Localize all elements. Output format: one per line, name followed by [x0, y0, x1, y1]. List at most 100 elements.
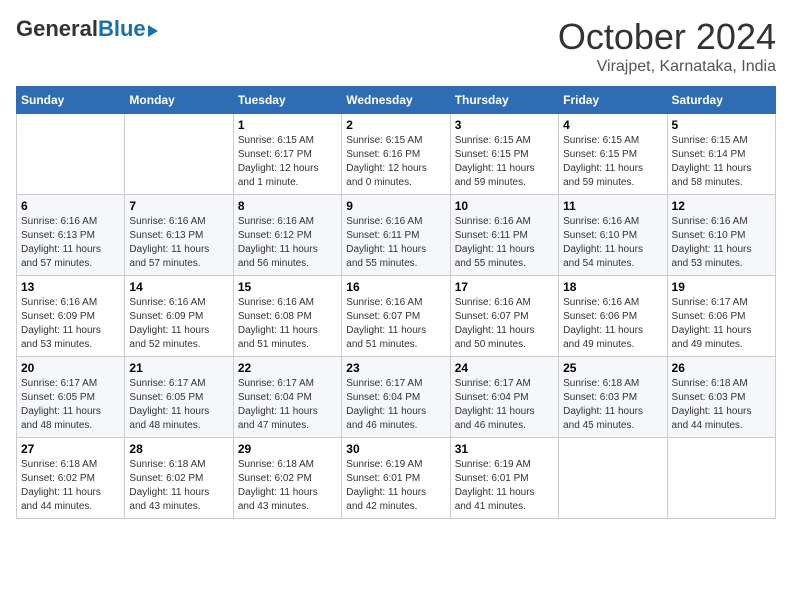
- day-info: Sunrise: 6:19 AM Sunset: 6:01 PM Dayligh…: [346, 458, 445, 514]
- day-number: 28: [129, 442, 228, 456]
- calendar-cell: 19 Sunrise: 6:17 AM Sunset: 6:06 PM Dayli…: [667, 276, 775, 357]
- calendar-cell: 5 Sunrise: 6:15 AM Sunset: 6:14 PM Daylig…: [667, 114, 775, 195]
- weekday-header: Monday: [125, 87, 233, 114]
- logo: General Blue: [16, 16, 158, 42]
- day-info: Sunrise: 6:15 AM Sunset: 6:17 PM Dayligh…: [238, 134, 337, 190]
- weekday-header: Saturday: [667, 87, 775, 114]
- day-number: 15: [238, 280, 337, 294]
- day-number: 9: [346, 199, 445, 213]
- calendar-cell: 26Sunrise: 6:18 AM Sunset: 6:03 PM Dayli…: [667, 357, 775, 438]
- day-info: Sunrise: 6:15 AM Sunset: 6:16 PM Dayligh…: [346, 134, 445, 190]
- calendar-cell: 4 Sunrise: 6:15 AM Sunset: 6:15 PM Daylig…: [559, 114, 667, 195]
- day-number: 19: [672, 280, 771, 294]
- day-info: Sunrise: 6:17 AM Sunset: 6:04 PM Dayligh…: [455, 377, 554, 433]
- day-number: 24: [455, 361, 554, 375]
- day-number: 5: [672, 118, 771, 132]
- day-info: Sunrise: 6:19 AM Sunset: 6:01 PM Dayligh…: [455, 458, 554, 514]
- calendar-cell: 10 Sunrise: 6:16 AM Sunset: 6:11 PM Dayli…: [450, 195, 558, 276]
- day-number: 12: [672, 199, 771, 213]
- calendar-body: 1 Sunrise: 6:15 AM Sunset: 6:17 PM Daylig…: [17, 114, 776, 519]
- day-info: Sunrise: 6:18 AM Sunset: 6:02 PM Dayligh…: [238, 458, 337, 514]
- calendar-cell: 15Sunrise: 6:16 AM Sunset: 6:08 PM Dayli…: [233, 276, 341, 357]
- calendar-cell: 21 Sunrise: 6:17 AM Sunset: 6:05 PM Dayli…: [125, 357, 233, 438]
- day-info: Sunrise: 6:16 AM Sunset: 6:06 PM Dayligh…: [563, 296, 662, 352]
- day-info: Sunrise: 6:16 AM Sunset: 6:10 PM Dayligh…: [672, 215, 771, 271]
- calendar-week-row: 27Sunrise: 6:18 AM Sunset: 6:02 PM Dayli…: [17, 438, 776, 519]
- page-header: General Blue October 2024 Virajpet, Karn…: [16, 16, 776, 76]
- calendar-cell: [667, 438, 775, 519]
- day-info: Sunrise: 6:17 AM Sunset: 6:05 PM Dayligh…: [129, 377, 228, 433]
- day-number: 30: [346, 442, 445, 456]
- day-info: Sunrise: 6:15 AM Sunset: 6:14 PM Dayligh…: [672, 134, 771, 190]
- calendar-cell: 30 Sunrise: 6:19 AM Sunset: 6:01 PM Dayli…: [342, 438, 450, 519]
- day-number: 6: [21, 199, 120, 213]
- day-info: Sunrise: 6:16 AM Sunset: 6:07 PM Dayligh…: [346, 296, 445, 352]
- calendar-cell: 1 Sunrise: 6:15 AM Sunset: 6:17 PM Daylig…: [233, 114, 341, 195]
- day-number: 23: [346, 361, 445, 375]
- calendar-cell: [125, 114, 233, 195]
- day-number: 2: [346, 118, 445, 132]
- calendar-week-row: 1 Sunrise: 6:15 AM Sunset: 6:17 PM Daylig…: [17, 114, 776, 195]
- calendar-cell: 18 Sunrise: 6:16 AM Sunset: 6:06 PM Dayli…: [559, 276, 667, 357]
- calendar-cell: 31Sunrise: 6:19 AM Sunset: 6:01 PM Dayli…: [450, 438, 558, 519]
- day-number: 21: [129, 361, 228, 375]
- calendar-cell: 25 Sunrise: 6:18 AM Sunset: 6:03 PM Dayli…: [559, 357, 667, 438]
- calendar-cell: 22 Sunrise: 6:17 AM Sunset: 6:04 PM Dayli…: [233, 357, 341, 438]
- calendar-cell: [559, 438, 667, 519]
- day-number: 18: [563, 280, 662, 294]
- calendar-cell: 28 Sunrise: 6:18 AM Sunset: 6:02 PM Dayli…: [125, 438, 233, 519]
- calendar-cell: 23 Sunrise: 6:17 AM Sunset: 6:04 PM Dayli…: [342, 357, 450, 438]
- calendar-cell: 16 Sunrise: 6:16 AM Sunset: 6:07 PM Dayli…: [342, 276, 450, 357]
- calendar-cell: 20Sunrise: 6:17 AM Sunset: 6:05 PM Dayli…: [17, 357, 125, 438]
- calendar-cell: 12 Sunrise: 6:16 AM Sunset: 6:10 PM Dayli…: [667, 195, 775, 276]
- day-info: Sunrise: 6:16 AM Sunset: 6:07 PM Dayligh…: [455, 296, 554, 352]
- calendar-week-row: 20Sunrise: 6:17 AM Sunset: 6:05 PM Dayli…: [17, 357, 776, 438]
- calendar-header: SundayMondayTuesdayWednesdayThursdayFrid…: [17, 87, 776, 114]
- calendar-cell: 29 Sunrise: 6:18 AM Sunset: 6:02 PM Dayli…: [233, 438, 341, 519]
- day-number: 13: [21, 280, 120, 294]
- calendar-cell: 8 Sunrise: 6:16 AM Sunset: 6:12 PM Daylig…: [233, 195, 341, 276]
- day-info: Sunrise: 6:15 AM Sunset: 6:15 PM Dayligh…: [455, 134, 554, 190]
- day-info: Sunrise: 6:18 AM Sunset: 6:02 PM Dayligh…: [129, 458, 228, 514]
- location: Virajpet, Karnataka, India: [558, 58, 776, 76]
- calendar-cell: 17 Sunrise: 6:16 AM Sunset: 6:07 PM Dayli…: [450, 276, 558, 357]
- day-number: 1: [238, 118, 337, 132]
- day-number: 4: [563, 118, 662, 132]
- calendar-cell: 9 Sunrise: 6:16 AM Sunset: 6:11 PM Daylig…: [342, 195, 450, 276]
- logo-general: General: [16, 16, 98, 42]
- day-info: Sunrise: 6:17 AM Sunset: 6:06 PM Dayligh…: [672, 296, 771, 352]
- weekday-header: Friday: [559, 87, 667, 114]
- logo-arrow-icon: [148, 25, 158, 37]
- day-number: 29: [238, 442, 337, 456]
- day-info: Sunrise: 6:16 AM Sunset: 6:12 PM Dayligh…: [238, 215, 337, 271]
- day-info: Sunrise: 6:16 AM Sunset: 6:11 PM Dayligh…: [455, 215, 554, 271]
- title-section: October 2024 Virajpet, Karnataka, India: [558, 16, 776, 76]
- day-number: 26: [672, 361, 771, 375]
- day-number: 16: [346, 280, 445, 294]
- day-info: Sunrise: 6:16 AM Sunset: 6:13 PM Dayligh…: [21, 215, 120, 271]
- weekday-header: Sunday: [17, 87, 125, 114]
- day-number: 17: [455, 280, 554, 294]
- calendar-week-row: 6 Sunrise: 6:16 AM Sunset: 6:13 PM Daylig…: [17, 195, 776, 276]
- day-info: Sunrise: 6:16 AM Sunset: 6:11 PM Dayligh…: [346, 215, 445, 271]
- day-info: Sunrise: 6:16 AM Sunset: 6:09 PM Dayligh…: [129, 296, 228, 352]
- day-number: 8: [238, 199, 337, 213]
- calendar-cell: [17, 114, 125, 195]
- day-info: Sunrise: 6:17 AM Sunset: 6:04 PM Dayligh…: [346, 377, 445, 433]
- calendar-cell: 24 Sunrise: 6:17 AM Sunset: 6:04 PM Dayli…: [450, 357, 558, 438]
- day-number: 11: [563, 199, 662, 213]
- day-info: Sunrise: 6:17 AM Sunset: 6:04 PM Dayligh…: [238, 377, 337, 433]
- day-info: Sunrise: 6:16 AM Sunset: 6:13 PM Dayligh…: [129, 215, 228, 271]
- calendar-week-row: 13 Sunrise: 6:16 AM Sunset: 6:09 PM Dayli…: [17, 276, 776, 357]
- day-number: 22: [238, 361, 337, 375]
- day-number: 25: [563, 361, 662, 375]
- weekday-header: Tuesday: [233, 87, 341, 114]
- day-info: Sunrise: 6:16 AM Sunset: 6:10 PM Dayligh…: [563, 215, 662, 271]
- day-info: Sunrise: 6:15 AM Sunset: 6:15 PM Dayligh…: [563, 134, 662, 190]
- calendar-cell: 14Sunrise: 6:16 AM Sunset: 6:09 PM Dayli…: [125, 276, 233, 357]
- day-info: Sunrise: 6:18 AM Sunset: 6:03 PM Dayligh…: [563, 377, 662, 433]
- day-number: 10: [455, 199, 554, 213]
- logo-blue: Blue: [98, 16, 146, 42]
- weekday-header: Thursday: [450, 87, 558, 114]
- day-info: Sunrise: 6:16 AM Sunset: 6:09 PM Dayligh…: [21, 296, 120, 352]
